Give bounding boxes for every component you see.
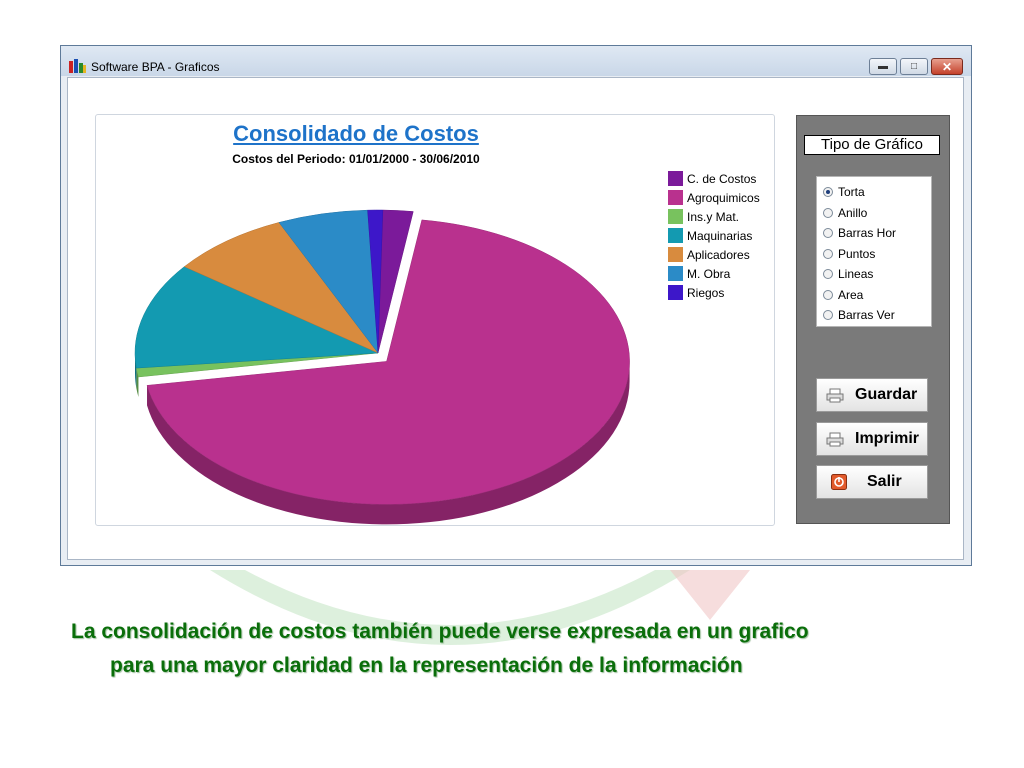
save-button-label: Guardar (855, 386, 918, 403)
minimize-button[interactable]: ▬ (869, 58, 897, 75)
radio-button[interactable] (823, 228, 833, 239)
window-title: Software BPA - Graficos (91, 60, 220, 74)
caption-line-1: La consolidación de costos también puede… (71, 620, 809, 643)
radio-option-torta[interactable]: Torta (817, 182, 931, 203)
chart-type-panel: Tipo de Gráfico Torta Anillo Barras Hor Pun… (796, 115, 950, 524)
radio-label: Barras Ver (838, 308, 895, 323)
chart-panel: Consolidado de Costos Costos del Periodo… (95, 114, 775, 526)
legend-swatch (668, 171, 683, 186)
radio-label: Area (838, 287, 864, 302)
minimize-icon: ▬ (878, 61, 888, 72)
legend-item: Maquinarias (668, 226, 760, 245)
exit-button[interactable]: Salir (816, 465, 928, 499)
radio-option-anillo[interactable]: Anillo (817, 203, 931, 224)
radio-option-puntos[interactable]: Puntos (817, 244, 931, 265)
radio-label: Barras Hor (838, 226, 897, 241)
radio-button[interactable] (823, 248, 833, 259)
legend-label: M. Obra (687, 266, 731, 281)
chart-type-options: Torta Anillo Barras Hor Puntos Lineas Area Bar… (816, 176, 932, 327)
legend-swatch (668, 190, 683, 205)
chart-subtitle: Costos del Periodo: 01/01/2000 - 30/06/2… (232, 152, 480, 166)
maximize-icon: □ (910, 61, 918, 72)
legend-item: C. de Costos (668, 169, 760, 188)
legend-item: Aplicadores (668, 245, 760, 264)
legend-label: Riegos (687, 285, 725, 300)
app-icon (69, 59, 86, 73)
close-icon: ✕ (941, 59, 953, 74)
title-bar: Software BPA - Graficos ▬ □ ✕ (61, 46, 971, 76)
radio-option-barras-hor[interactable]: Barras Hor (817, 223, 931, 244)
legend-swatch (668, 209, 683, 224)
print-button[interactable]: Imprimir (816, 422, 928, 456)
exit-button-label: Salir (867, 473, 902, 490)
radio-option-lineas[interactable]: Lineas (817, 264, 931, 285)
legend-label: Maquinarias (687, 228, 753, 243)
legend-item: Ins.y Mat. (668, 207, 760, 226)
legend-label: Aplicadores (687, 247, 750, 262)
legend-swatch (668, 285, 683, 300)
legend-label: Ins.y Mat. (687, 209, 740, 224)
app-window: Software BPA - Graficos ▬ □ ✕ Consolidad… (60, 45, 972, 566)
maximize-button[interactable]: □ (900, 58, 928, 75)
exit-icon (829, 474, 849, 490)
legend-swatch (668, 228, 683, 243)
radio-label: Anillo (838, 205, 868, 220)
chart-legend: C. de Costos Agroquimicos Ins.y Mat. Maquin… (668, 169, 760, 302)
printer-icon (825, 387, 845, 403)
close-button[interactable]: ✕ (931, 58, 963, 75)
radio-button[interactable] (823, 269, 833, 280)
radio-button[interactable] (823, 310, 833, 321)
legend-label: Agroquimicos (687, 190, 760, 205)
window-client-area: Consolidado de Costos Costos del Periodo… (67, 77, 964, 560)
save-button[interactable]: Guardar (816, 378, 928, 412)
legend-swatch (668, 247, 683, 262)
panel-title: Tipo de Gráfico (804, 135, 940, 155)
legend-item: Agroquimicos (668, 188, 760, 207)
radio-label: Lineas (838, 267, 874, 282)
radio-button[interactable] (823, 207, 833, 218)
radio-button[interactable] (823, 289, 833, 300)
radio-button[interactable] (823, 187, 833, 198)
legend-swatch (668, 266, 683, 281)
printer-icon (825, 431, 845, 447)
legend-label: C. de Costos (687, 171, 757, 186)
radio-option-area[interactable]: Area (817, 285, 931, 306)
legend-item: Riegos (668, 283, 760, 302)
radio-label: Puntos (838, 246, 876, 261)
chart-title: Consolidado de Costos (233, 121, 479, 146)
radio-option-barras-ver[interactable]: Barras Ver (817, 305, 931, 326)
radio-label: Torta (838, 185, 865, 200)
caption-line-2: para una mayor claridad en la representa… (110, 654, 743, 677)
legend-item: M. Obra (668, 264, 760, 283)
print-button-label: Imprimir (855, 430, 920, 447)
